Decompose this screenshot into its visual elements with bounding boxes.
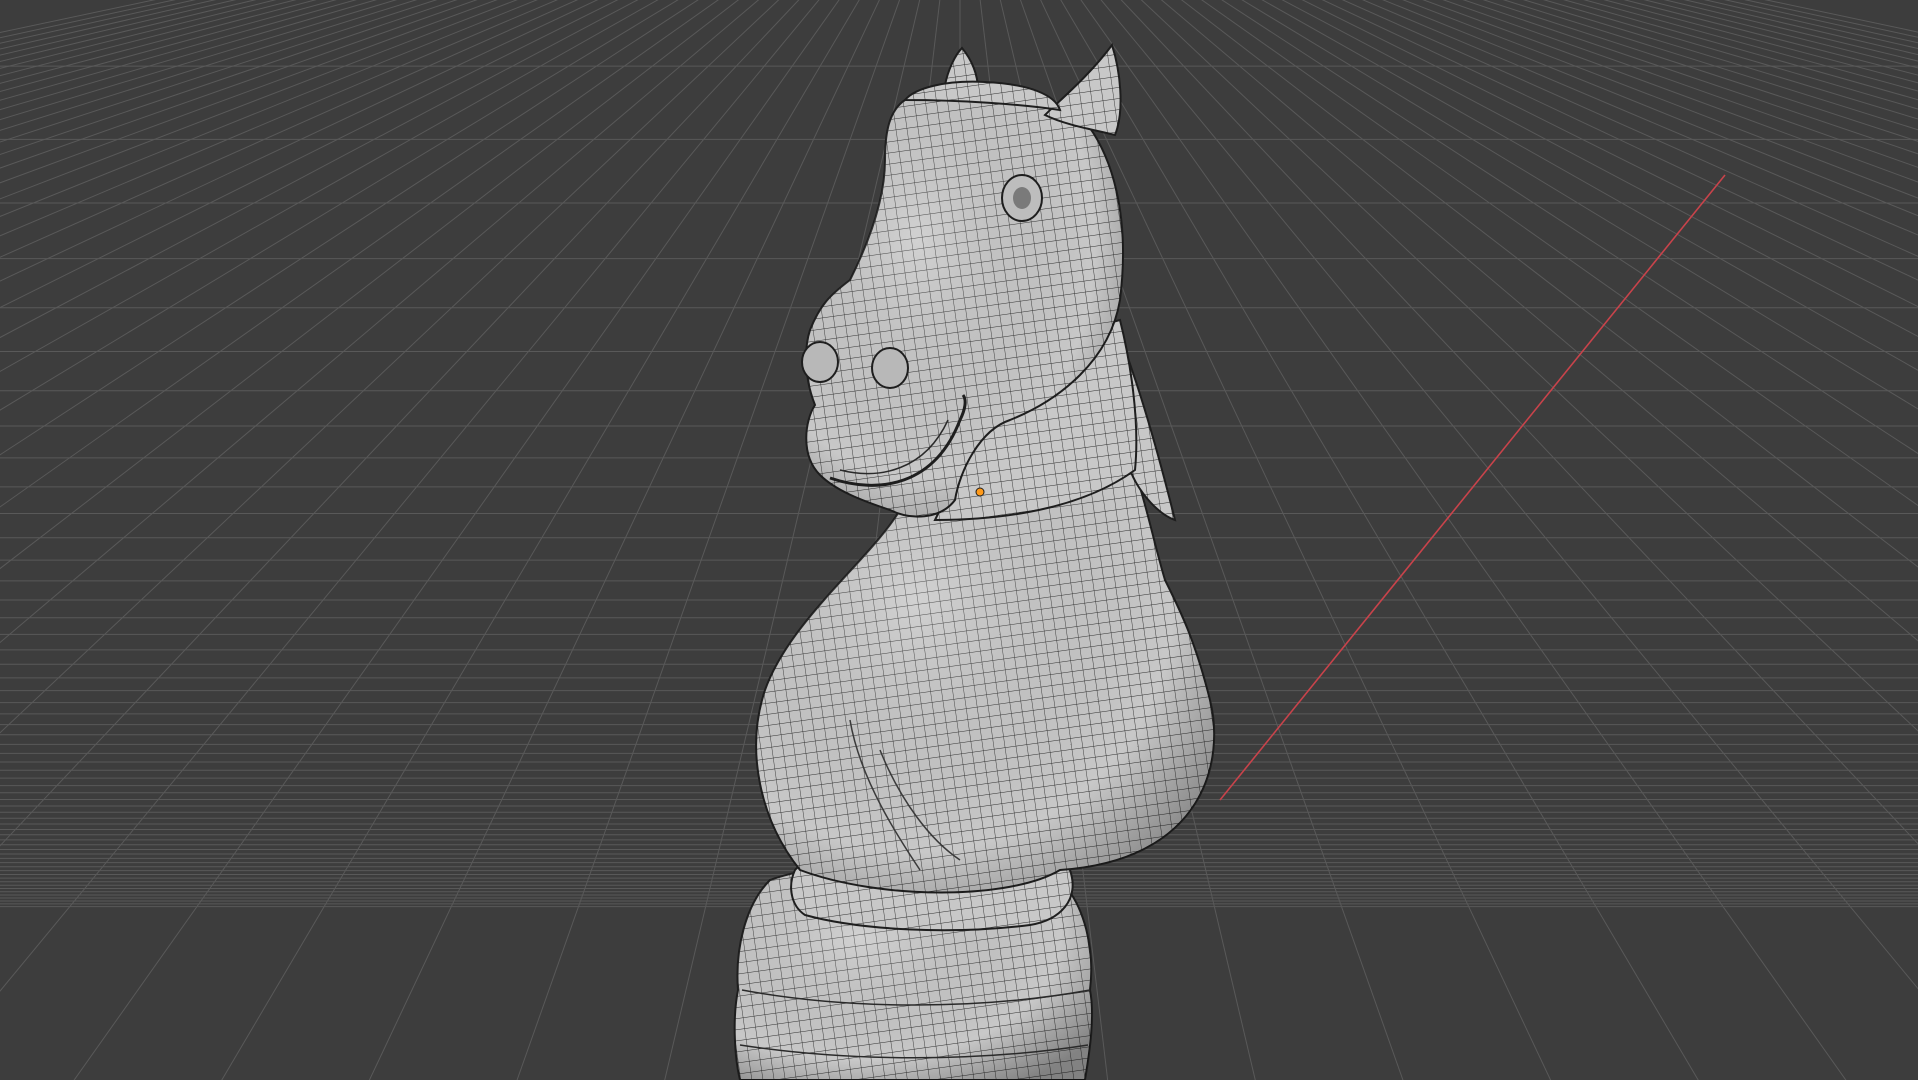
grid-line xyxy=(0,0,156,34)
grid-line xyxy=(1402,0,1918,199)
grid-line xyxy=(1241,0,1918,410)
grid-line xyxy=(1583,0,1918,92)
grid-line xyxy=(0,0,297,77)
grid-line xyxy=(0,0,518,200)
grid-line xyxy=(1301,0,1918,308)
grid-line xyxy=(0,0,357,101)
3d-viewport[interactable] xyxy=(0,0,1918,1080)
grid-line xyxy=(1281,0,1918,338)
grid-line xyxy=(0,0,277,69)
grid-line xyxy=(0,0,659,372)
knight-nostril-left xyxy=(801,341,839,383)
grid-line xyxy=(0,0,378,111)
grid-line xyxy=(1442,0,1918,168)
grid-line xyxy=(1542,0,1918,110)
grid-line xyxy=(0,0,559,237)
viewport-scene[interactable] xyxy=(0,0,1918,1080)
grid-line xyxy=(1422,0,1918,183)
grid-line xyxy=(1663,0,1918,62)
grid-line xyxy=(1744,0,1918,38)
grid-line xyxy=(0,0,176,39)
x-axis-line xyxy=(1219,174,1726,801)
grid-line xyxy=(1482,0,1918,142)
grid-line xyxy=(1361,0,1918,236)
grid-line xyxy=(0,0,478,169)
grid-line xyxy=(1462,0,1918,155)
grid-line xyxy=(0,0,398,121)
grid-line xyxy=(0,0,619,309)
knight-chess-piece-mesh[interactable] xyxy=(733,42,1216,1080)
grid-line xyxy=(0,0,317,84)
grid-line xyxy=(0,0,538,218)
grid-line xyxy=(0,0,418,131)
object-origin-dot[interactable] xyxy=(975,487,985,497)
grid-line xyxy=(1603,0,1918,84)
grid-line xyxy=(1764,0,1918,33)
grid-line xyxy=(1382,0,1918,217)
grid-line xyxy=(0,0,257,63)
grid-line xyxy=(0,0,237,56)
grid-line xyxy=(0,0,337,93)
grid-line xyxy=(1341,0,1918,257)
grid-line xyxy=(1723,0,1918,44)
knight-nostril-right xyxy=(871,347,909,389)
grid-line xyxy=(1643,0,1918,69)
grid-line xyxy=(0,0,639,339)
grid-line xyxy=(0,0,197,44)
grid-line xyxy=(1261,0,1918,371)
grid-line xyxy=(0,0,498,184)
grid-line xyxy=(1623,0,1918,76)
grid-line xyxy=(0,0,217,50)
grid-line xyxy=(1563,0,1918,101)
grid-line xyxy=(0,0,579,258)
grid-line xyxy=(0,0,679,411)
